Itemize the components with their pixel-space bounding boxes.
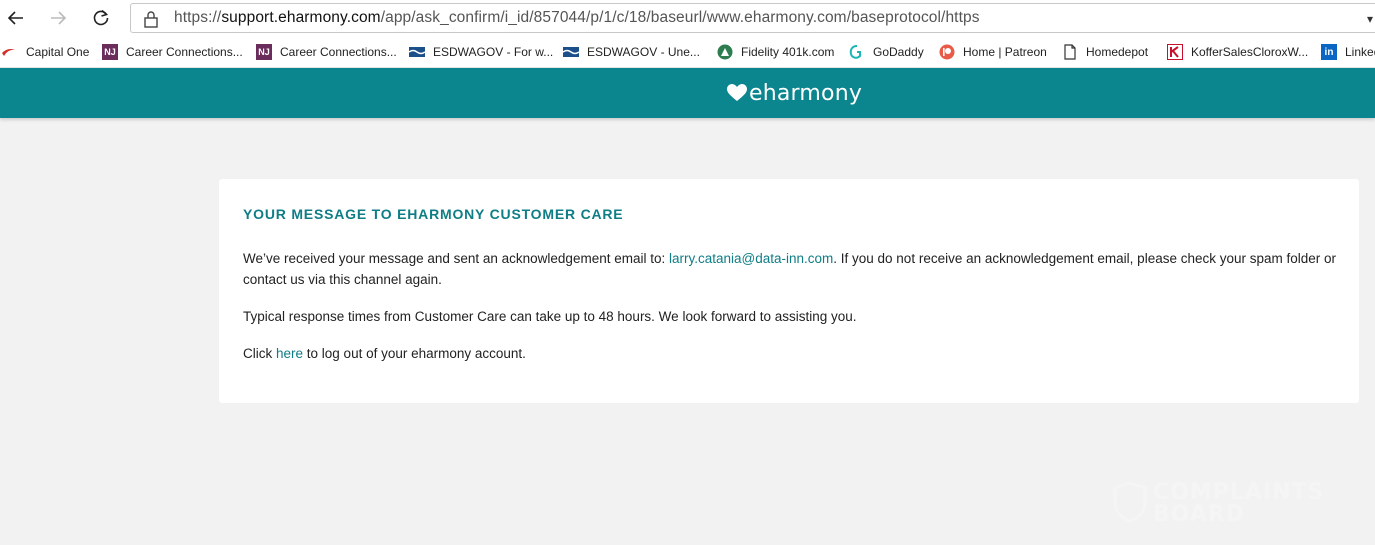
bookmark-koffer[interactable]: KofferSalesCloroxW... <box>1167 42 1308 62</box>
acknowledgement-text: We’ve received your message and sent an … <box>243 251 669 266</box>
url-text[interactable]: https://support.eharmony.com/app/ask_con… <box>174 9 980 27</box>
patreon-icon <box>939 44 955 60</box>
bookmark-career-connections-2[interactable]: NJ Career Connections... <box>256 42 397 62</box>
logout-text-cont: to log out of your eharmony account. <box>303 346 526 361</box>
bookmark-label: ESDWAGOV - For w... <box>433 45 554 59</box>
bookmark-godaddy[interactable]: GoDaddy <box>849 42 924 62</box>
bookmark-label: Career Connections... <box>280 45 397 59</box>
linkedin-icon: in <box>1321 44 1337 60</box>
shield-icon <box>1113 482 1147 522</box>
bookmark-career-connections-1[interactable]: NJ Career Connections... <box>102 42 243 62</box>
acknowledgement-paragraph: We’ve received your message and sent an … <box>243 248 1338 290</box>
bookmark-linkedin[interactable]: in Linked <box>1321 42 1375 62</box>
heart-icon <box>727 84 747 101</box>
scroll-arrow-icon: ▾ <box>1366 12 1373 26</box>
complaints-board-watermark: COMPLAINTS BOARD <box>1113 480 1328 527</box>
url-host: support.eharmony.com <box>221 9 381 26</box>
email-link[interactable]: larry.catania@data-inn.com <box>669 251 833 266</box>
fidelity-icon <box>717 44 733 60</box>
logout-link[interactable]: here <box>276 346 303 361</box>
bookmark-homedepot[interactable]: Homedepot <box>1062 42 1148 62</box>
nj-icon: NJ <box>102 44 118 60</box>
koffer-icon <box>1167 44 1183 60</box>
logout-paragraph: Click here to log out of your eharmony a… <box>243 343 1338 364</box>
forward-arrow-icon <box>51 11 67 25</box>
capital-one-icon <box>2 44 18 60</box>
bookmark-esdwagov-1[interactable]: ESDWAGOV - For w... <box>409 42 553 62</box>
page-icon <box>1062 44 1078 60</box>
address-bar[interactable]: https://support.eharmony.com/app/ask_con… <box>130 3 1375 33</box>
bookmarks-bar: Capital One NJ Career Connections... NJ … <box>0 36 1375 68</box>
godaddy-icon <box>849 44 865 60</box>
forward-button[interactable] <box>46 6 70 30</box>
bookmark-esdwagov-2[interactable]: ESDWAGOV - Une... <box>563 42 700 62</box>
refresh-button[interactable] <box>89 6 113 30</box>
back-button[interactable] <box>4 6 28 30</box>
bookmark-label: Homedepot <box>1086 45 1149 59</box>
lock-icon <box>144 11 158 28</box>
browser-toolbar: https://support.eharmony.com/app/ask_con… <box>0 0 1375 36</box>
bookmark-label: Fidelity 401k.com <box>741 45 835 59</box>
bookmark-label: GoDaddy <box>873 45 924 59</box>
bookmark-patreon[interactable]: Home | Patreon <box>939 42 1047 62</box>
bookmark-label: KofferSalesCloroxW... <box>1191 45 1309 59</box>
nj-icon: NJ <box>256 44 272 60</box>
url-path: /app/ask_confirm/i_id/857044/p/1/c/18/ba… <box>380 9 980 26</box>
bookmark-label: Capital One <box>26 45 90 59</box>
eharmony-logo[interactable]: eharmony <box>727 78 862 108</box>
bookmark-label: Linked <box>1345 45 1375 59</box>
site-header: eharmony <box>0 68 1375 118</box>
confirmation-card: YOUR MESSAGE TO EHARMONY CUSTOMER CARE W… <box>219 179 1359 403</box>
bookmark-capital-one[interactable]: Capital One <box>2 42 89 62</box>
bookmark-fidelity[interactable]: Fidelity 401k.com <box>717 42 834 62</box>
logout-text: Click <box>243 346 276 361</box>
watermark-line2: BOARD <box>1153 502 1246 527</box>
bookmark-label: ESDWAGOV - Une... <box>587 45 700 59</box>
back-arrow-icon <box>7 11 23 25</box>
bookmark-label: Home | Patreon <box>963 45 1047 59</box>
url-scheme: https:// <box>174 9 222 26</box>
esd-flag-icon <box>563 44 579 60</box>
bookmark-label: Career Connections... <box>126 45 243 59</box>
esd-flag-icon <box>409 44 425 60</box>
card-title: YOUR MESSAGE TO EHARMONY CUSTOMER CARE <box>243 206 624 222</box>
response-time-paragraph: Typical response times from Customer Car… <box>243 309 857 324</box>
refresh-icon <box>93 9 109 26</box>
logo-text: eharmony <box>749 80 863 106</box>
